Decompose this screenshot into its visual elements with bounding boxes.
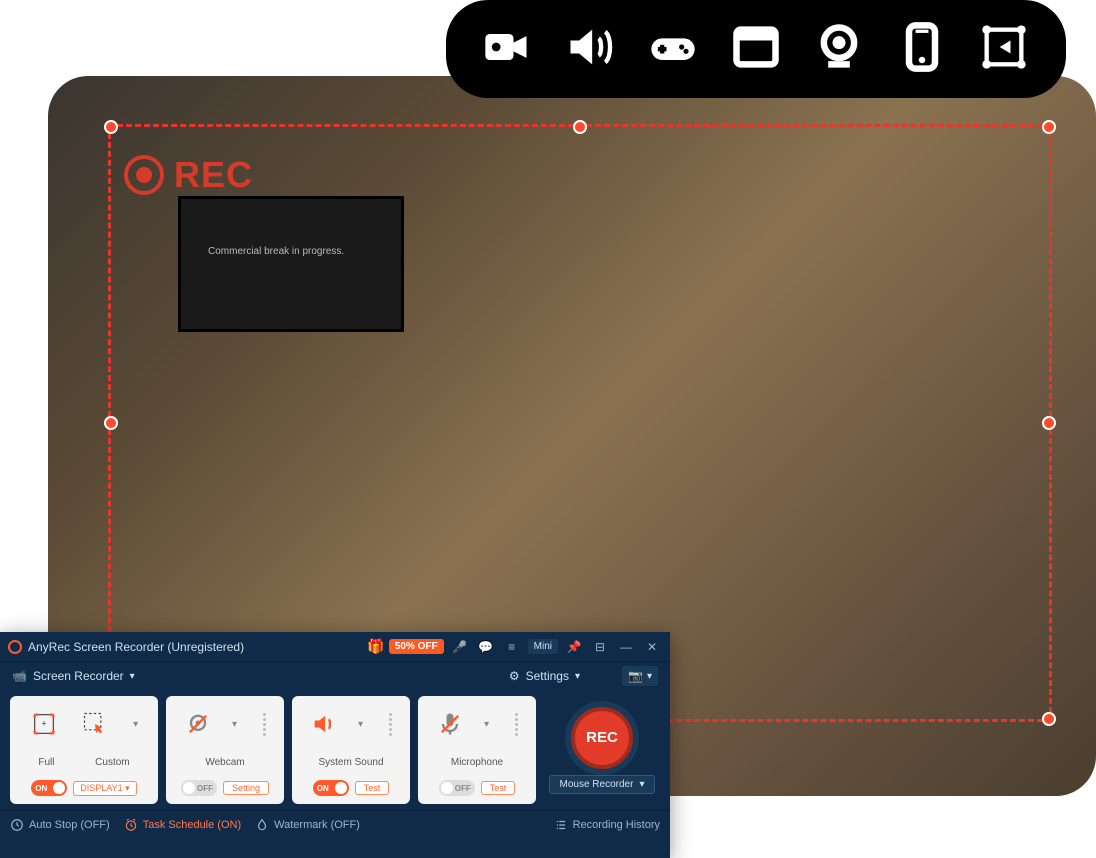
chevron-down-icon[interactable]: ▾ <box>232 719 237 730</box>
webcam-setting-button[interactable]: Setting <box>223 781 269 795</box>
app-window: AnyRec Screen Recorder (Unregistered) 🎁 … <box>0 632 670 858</box>
list-icon <box>554 818 568 832</box>
discount-label: 50% OFF <box>389 639 444 654</box>
chevron-down-icon[interactable]: ▾ <box>575 671 580 682</box>
webcam-toggle[interactable]: OFF <box>181 780 217 796</box>
window-title: AnyRec Screen Recorder (Unregistered) <box>28 640 244 654</box>
webcam-label: Webcam <box>205 757 244 768</box>
gamepad-icon[interactable] <box>647 21 699 78</box>
mic-label: Microphone <box>451 757 503 768</box>
rec-area: REC Mouse Recorder▾ <box>544 696 660 804</box>
minimize-icon[interactable]: — <box>616 637 636 657</box>
gear-icon: ⚙ <box>509 669 520 683</box>
rec-indicator-icon <box>124 155 164 195</box>
menu-icon[interactable]: ≡ <box>502 637 522 657</box>
tv-caption: Commercial break in progress. <box>208 246 344 257</box>
custom-area-icon[interactable] <box>81 710 109 738</box>
task-schedule-item[interactable]: Task Schedule (ON) <box>124 818 241 832</box>
rec-indicator-label: REC <box>174 154 253 196</box>
gift-icon: 🎁 <box>367 638 384 655</box>
collapse-icon[interactable]: ⊟ <box>590 637 610 657</box>
mic-panel-icon <box>436 710 464 738</box>
mouse-recorder-button[interactable]: Mouse Recorder▾ <box>549 775 656 794</box>
area-icon[interactable] <box>978 21 1030 78</box>
camera-icon: 📷 <box>628 669 643 683</box>
top-toolbar <box>446 0 1066 98</box>
rec-button[interactable]: REC <box>571 707 633 769</box>
display-toggle[interactable]: ON <box>31 780 67 796</box>
panels-row: + ▾ Full Custom ON DISPLAY1 ▾ ▾ Webcam O… <box>0 690 670 810</box>
mic-toggle[interactable]: OFF <box>439 780 475 796</box>
close-icon[interactable]: ✕ <box>642 637 662 657</box>
snapshot-button[interactable]: 📷 ▾ <box>622 666 658 686</box>
display-select[interactable]: DISPLAY1 ▾ <box>73 781 136 796</box>
watermark-item[interactable]: Watermark (OFF) <box>255 818 360 832</box>
full-label: Full <box>38 757 54 768</box>
chevron-down-icon[interactable]: ▾ <box>358 719 363 730</box>
mini-button[interactable]: Mini <box>528 639 558 654</box>
custom-label: Custom <box>95 757 129 768</box>
settings-label[interactable]: Settings <box>526 669 569 683</box>
comment-icon[interactable]: 💬 <box>476 637 496 657</box>
chevron-down-icon[interactable]: ▾ <box>133 719 138 730</box>
fullscreen-icon[interactable]: + <box>30 710 58 738</box>
drop-icon <box>255 818 269 832</box>
sound-toggle[interactable]: ON <box>313 780 349 796</box>
mic-test-button[interactable]: Test <box>481 781 516 795</box>
video-camera-icon[interactable] <box>481 21 533 78</box>
panel-display: + ▾ Full Custom ON DISPLAY1 ▾ <box>10 696 158 804</box>
mic-tiny-icon[interactable]: 🎤 <box>450 637 470 657</box>
subheader: 📹 Screen Recorder ▾ ⚙ Settings ▾ 📷 ▾ <box>0 662 670 690</box>
sound-panel-icon <box>310 710 338 738</box>
window-icon[interactable] <box>730 21 782 78</box>
pin-icon[interactable]: 📌 <box>564 637 584 657</box>
panel-mic: ▾ Microphone OFF Test <box>418 696 536 804</box>
chevron-down-icon[interactable]: ▾ <box>130 671 135 682</box>
webcam-icon[interactable] <box>813 21 865 78</box>
panel-webcam: ▾ Webcam OFF Setting <box>166 696 284 804</box>
chevron-down-icon[interactable]: ▾ <box>484 719 489 730</box>
auto-stop-item[interactable]: Auto Stop (OFF) <box>10 818 110 832</box>
phone-icon[interactable] <box>896 21 948 78</box>
alarm-icon <box>124 818 138 832</box>
speaker-icon[interactable] <box>564 21 616 78</box>
sound-label: System Sound <box>318 757 383 768</box>
chevron-down-icon: ▾ <box>647 671 652 682</box>
clock-icon <box>10 818 24 832</box>
camera-small-icon: 📹 <box>12 669 27 683</box>
app-logo-icon <box>8 640 22 654</box>
webcam-panel-icon <box>184 710 212 738</box>
panel-sound: ▾ System Sound ON Test <box>292 696 410 804</box>
sound-test-button[interactable]: Test <box>355 781 390 795</box>
rec-indicator: REC <box>124 154 253 196</box>
footer: Auto Stop (OFF) Task Schedule (ON) Water… <box>0 810 670 838</box>
svg-text:+: + <box>41 718 46 728</box>
titlebar: AnyRec Screen Recorder (Unregistered) 🎁 … <box>0 632 670 662</box>
history-item[interactable]: Recording History <box>554 818 660 832</box>
discount-badge[interactable]: 🎁 50% OFF <box>367 638 443 655</box>
mode-label[interactable]: Screen Recorder <box>33 669 124 683</box>
